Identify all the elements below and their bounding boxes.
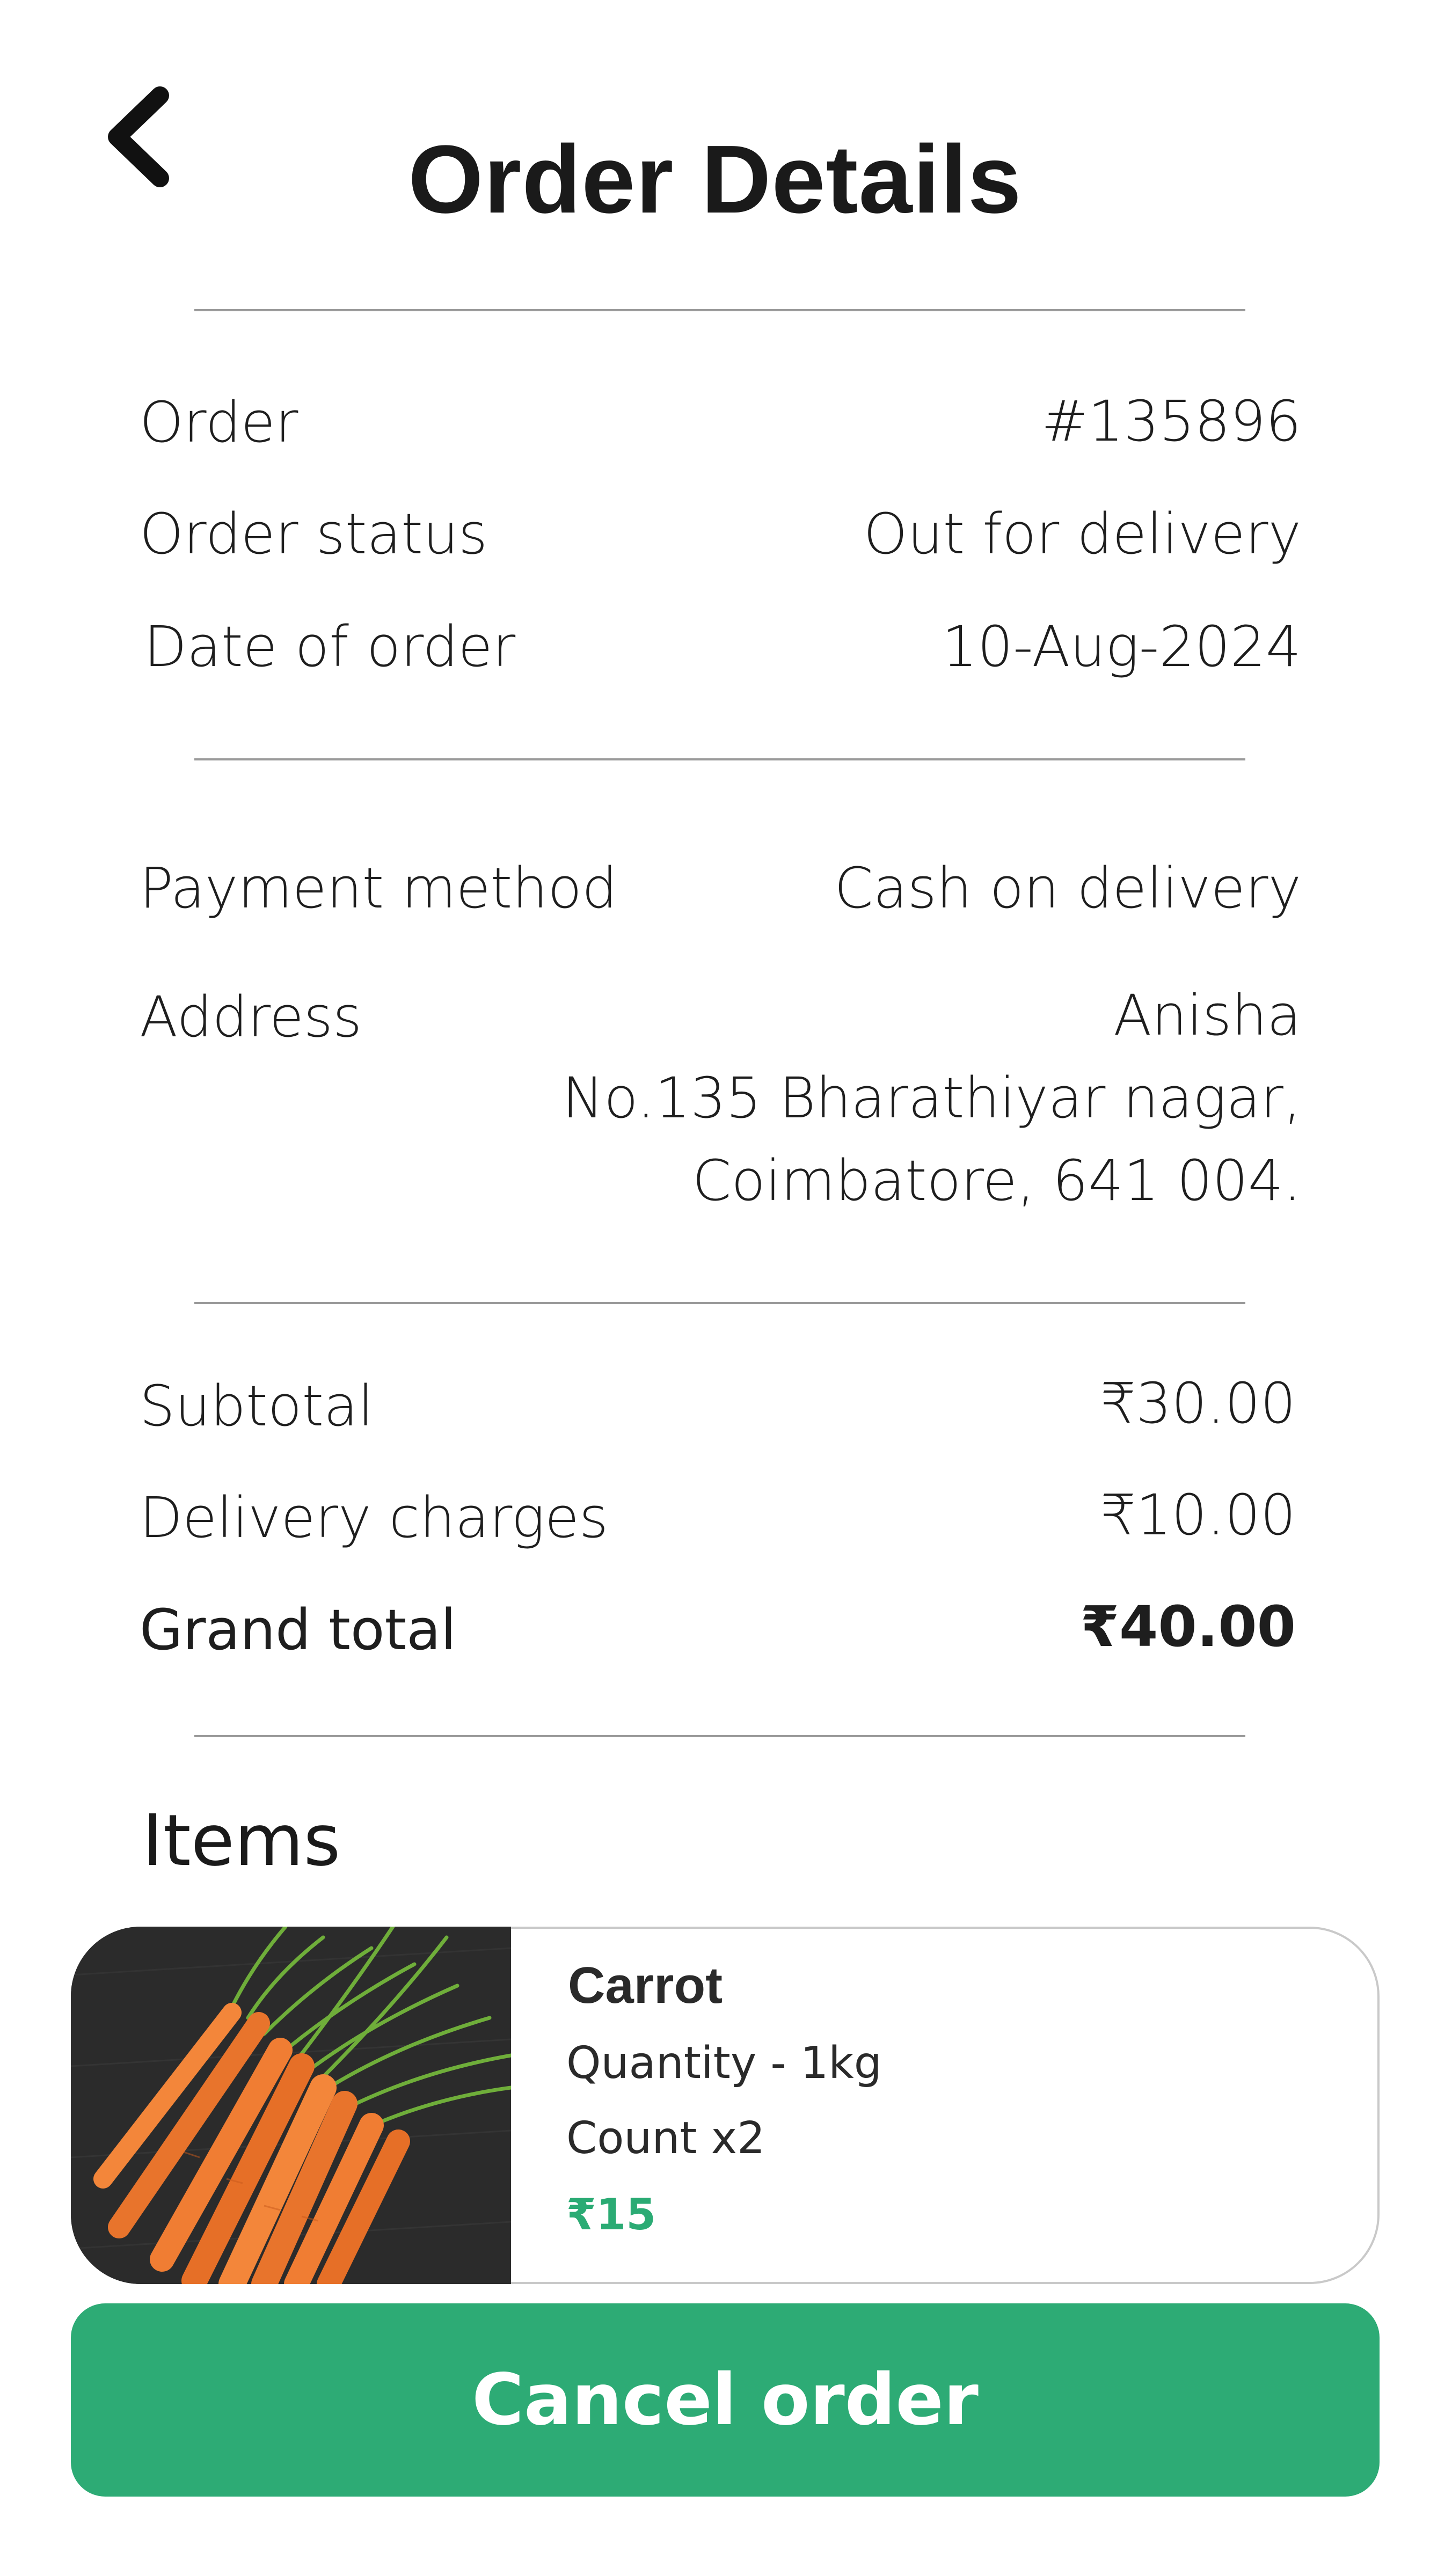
divider: [194, 758, 1245, 760]
subtotal-value: ₹30.00: [1100, 1371, 1296, 1436]
divider: [194, 1302, 1245, 1304]
payment-method-label: Payment method: [140, 855, 617, 921]
address-line: Coimbatore, 641 004.: [692, 1148, 1301, 1213]
item-price: ₹15: [566, 2190, 656, 2240]
order-label: Order: [140, 390, 298, 455]
order-date-label: Date of order: [144, 614, 516, 679]
delivery-charges-label: Delivery charges: [140, 1485, 609, 1550]
order-status-label: Order status: [140, 501, 488, 567]
carrot-image: [71, 1927, 511, 2284]
address-line: Anisha: [1113, 983, 1301, 1048]
order-number: #135896: [1041, 389, 1301, 454]
address-block: Anisha No.135 Bharathiyar nagar, Coimbat…: [562, 974, 1301, 1222]
order-status-value: Out for delivery: [863, 501, 1301, 567]
payment-method-value: Cash on delivery: [834, 855, 1301, 921]
address-label: Address: [140, 984, 362, 1050]
address-line: No.135 Bharathiyar nagar,: [562, 1065, 1301, 1131]
item-quantity: Quantity - 1kg: [566, 2038, 882, 2089]
subtotal-label: Subtotal: [140, 1373, 374, 1439]
item-name: Carrot: [568, 1957, 723, 2014]
order-date-value: 10-Aug-2024: [942, 614, 1301, 679]
grand-total-value: ₹40.00: [1080, 1594, 1296, 1659]
divider: [194, 309, 1245, 311]
cancel-order-button[interactable]: Cancel order: [71, 2303, 1380, 2497]
grand-total-label: Grand total: [140, 1597, 456, 1663]
divider: [194, 1735, 1245, 1737]
page-title: Order Details: [408, 126, 1022, 233]
item-count: Count x2: [566, 2113, 765, 2164]
delivery-charges-value: ₹10.00: [1100, 1482, 1296, 1548]
items-heading: Items: [142, 1799, 341, 1882]
